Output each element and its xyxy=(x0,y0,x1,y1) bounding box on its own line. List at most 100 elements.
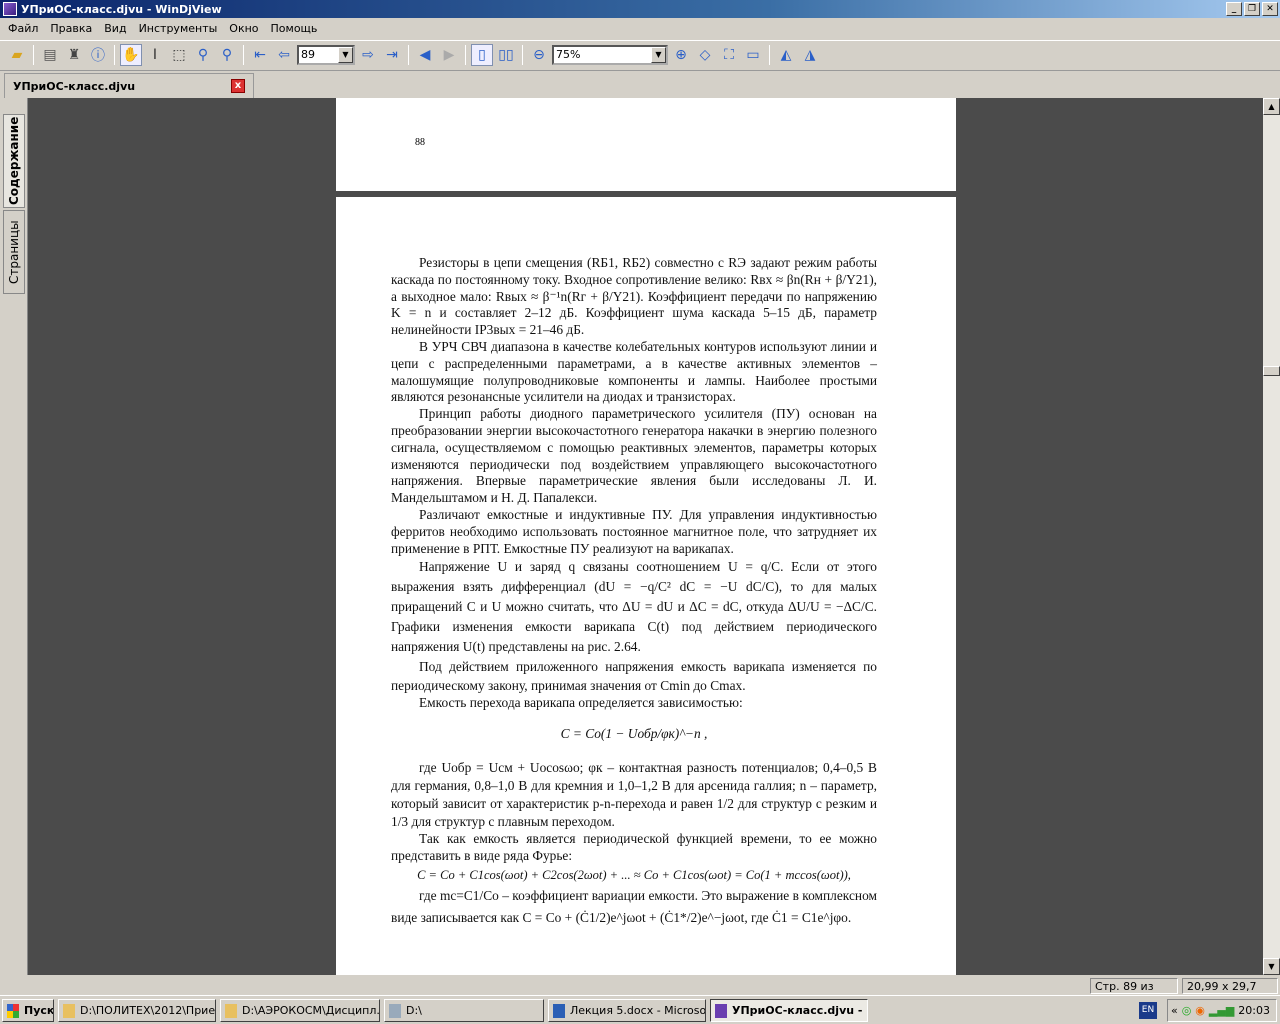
document-tab-bar: УПриОС-класс.djvu x xyxy=(0,70,1280,99)
menu-view[interactable]: Вид xyxy=(98,22,132,35)
word-icon xyxy=(553,1003,565,1018)
toolbar: ▰ ▤ ♜ ⓘ ✋ I ⬚ ⚲ ⚲ ⇤ ⇦ 89 ▼ ⇨ ⇥ ◀ ▶ ▯ ▯▯ … xyxy=(0,40,1280,68)
page-text: Резисторы в цепи смещения (RБ1, RБ2) сов… xyxy=(391,255,877,929)
task-label: УПриОС-класс.djvu - ... xyxy=(732,1004,868,1017)
signal-icon[interactable]: ▂▄▆ xyxy=(1209,1004,1234,1017)
title-bar: УПриОС-класс.djvu - WinDjView _ ❐ ✕ xyxy=(0,0,1280,18)
start-label: Пуск xyxy=(24,1004,54,1017)
menu-bar: Файл Правка Вид Инструменты Окно Помощь xyxy=(0,18,1280,38)
vertical-scrollbar[interactable]: ▲ ▼ xyxy=(1263,98,1280,975)
text-select-icon[interactable]: I xyxy=(144,44,166,66)
page-number-combo[interactable]: 89 ▼ xyxy=(297,44,355,65)
side-panel-tabs: Содержание Страницы xyxy=(0,98,28,975)
document-view[interactable]: 88 Резисторы в цепи смещения (RБ1, RБ2) … xyxy=(28,98,1263,975)
icq-icon[interactable]: ◎ xyxy=(1182,1004,1192,1017)
paragraph: Резисторы в цепи смещения (RБ1, RБ2) сов… xyxy=(391,255,877,338)
scroll-up-icon[interactable]: ▲ xyxy=(1263,98,1280,115)
task-label: Лекция 5.docx - Microso... xyxy=(570,1004,706,1017)
open-icon[interactable]: ▰ xyxy=(6,44,28,66)
paragraph: где mc=C1/Cо – коэффициент вариации емко… xyxy=(391,888,877,926)
language-indicator[interactable]: EN xyxy=(1139,1002,1157,1019)
menu-window[interactable]: Окно xyxy=(223,22,264,35)
facing-pages-icon[interactable]: ▯▯ xyxy=(495,44,517,66)
first-page-icon[interactable]: ⇤ xyxy=(249,44,271,66)
next-page-icon[interactable]: ⇨ xyxy=(357,44,379,66)
tab-pages[interactable]: Страницы xyxy=(3,210,25,294)
zoom-out-icon[interactable]: ⊖ xyxy=(528,44,550,66)
find-icon[interactable]: ♜ xyxy=(63,44,85,66)
scroll-down-icon[interactable]: ▼ xyxy=(1263,958,1280,975)
taskbar: Пуск D:\ПОЛИТЕХ\2012\Прие... D:\АЭРОКОСМ… xyxy=(0,995,1280,1024)
windjview-icon xyxy=(715,1003,727,1018)
page-number-value: 89 xyxy=(301,48,315,61)
paragraph: Емкость перехода варикапа определяется з… xyxy=(419,695,743,711)
folder-icon xyxy=(225,1003,237,1018)
taskbar-item-windjview[interactable]: УПриОС-класс.djvu - ... xyxy=(710,999,868,1022)
zoom-in-tool-icon[interactable]: ⚲ xyxy=(192,44,214,66)
menu-tools[interactable]: Инструменты xyxy=(133,22,224,35)
folder-icon xyxy=(63,1003,75,1018)
paragraph: Различают емкостные и индуктивные ПУ. Дл… xyxy=(391,506,877,556)
status-page: Стр. 89 из 289 xyxy=(1090,978,1178,1006)
chevron-down-icon[interactable]: ▼ xyxy=(651,46,666,63)
tab-contents[interactable]: Содержание xyxy=(3,114,25,208)
paragraph: Напряжение U и заряд q связаны соотношен… xyxy=(391,559,877,655)
paragraph: где Uобр = Uсм + Uоcosωо; φк – контактна… xyxy=(391,759,877,829)
document-tab[interactable]: УПриОС-класс.djvu x xyxy=(4,73,254,99)
menu-file[interactable]: Файл xyxy=(2,22,44,35)
rotate-left-icon[interactable]: ◭ xyxy=(775,44,797,66)
maximize-button[interactable]: ❐ xyxy=(1244,2,1260,16)
formula-capacitance: C = Cо(1 − Uобр/φк)^−n , xyxy=(560,726,708,742)
mail-agent-icon[interactable]: ◉ xyxy=(1195,1004,1205,1017)
fit-width-icon[interactable]: ◇ xyxy=(694,44,716,66)
close-tab-icon[interactable]: x xyxy=(231,79,245,93)
formula-fourier: C = Cо + C1cos(ωоt) + C2cos(2ωоt) + ... … xyxy=(417,867,851,882)
close-button[interactable]: ✕ xyxy=(1262,2,1278,16)
menu-edit[interactable]: Правка xyxy=(44,22,98,35)
chevron-down-icon[interactable]: ▼ xyxy=(338,46,353,63)
task-label: D:\АЭРОКОСМ\Дисципл... xyxy=(242,1004,380,1017)
taskbar-item-folder-aerokosm[interactable]: D:\АЭРОКОСМ\Дисципл... xyxy=(220,999,380,1022)
forward-icon[interactable]: ▶ xyxy=(438,44,460,66)
hand-tool-icon[interactable]: ✋ xyxy=(120,43,142,66)
paragraph: Так как емкость является периодической ф… xyxy=(391,830,877,863)
task-label: D:\ПОЛИТЕХ\2012\Прие... xyxy=(80,1004,216,1017)
paragraph: Принцип работы диодного параметрического… xyxy=(391,406,877,506)
scroll-thumb[interactable] xyxy=(1263,366,1280,376)
rotate-right-icon[interactable]: ◮ xyxy=(799,44,821,66)
zoom-value: 75% xyxy=(556,48,581,61)
info-icon[interactable]: ⓘ xyxy=(87,44,109,66)
last-page-icon[interactable]: ⇥ xyxy=(381,44,403,66)
rect-select-icon[interactable]: ⬚ xyxy=(168,44,190,66)
zoom-combo[interactable]: 75% ▼ xyxy=(552,44,668,65)
page-number-label: 88 xyxy=(415,137,425,148)
zoom-in-icon[interactable]: ⊕ xyxy=(670,44,692,66)
app-icon xyxy=(3,2,17,16)
page-88: 88 xyxy=(336,98,956,191)
page-89: Резисторы в цепи смещения (RБ1, RБ2) сов… xyxy=(336,197,956,975)
window-title: УПриОС-класс.djvu - WinDjView xyxy=(21,2,222,16)
paragraph: Под действием приложенного напряжения ем… xyxy=(391,659,877,694)
single-page-icon[interactable]: ▯ xyxy=(471,43,493,66)
print-icon[interactable]: ▤ xyxy=(39,44,61,66)
task-label: D:\ xyxy=(406,1004,422,1017)
tray-expand-icon[interactable]: « xyxy=(1171,1004,1178,1017)
taskbar-item-drive-d[interactable]: D:\ xyxy=(384,999,544,1022)
status-bar: Стр. 89 из 289 20,99 x 29,7 см xyxy=(0,977,1280,1006)
document-tab-label: УПриОС-класс.djvu xyxy=(13,80,136,93)
back-icon[interactable]: ◀ xyxy=(414,44,436,66)
clock: 20:03 xyxy=(1238,1004,1270,1017)
fit-page-icon[interactable]: ⛶ xyxy=(718,44,740,66)
actual-size-icon[interactable]: ▭ xyxy=(742,44,764,66)
system-tray: « ◎ ◉ ▂▄▆ 20:03 xyxy=(1167,999,1277,1022)
paragraph: В УРЧ СВЧ диапазона в качестве колебател… xyxy=(391,338,877,405)
taskbar-item-folder-politeh[interactable]: D:\ПОЛИТЕХ\2012\Прие... xyxy=(58,999,216,1022)
minimize-button[interactable]: _ xyxy=(1226,2,1242,16)
start-button[interactable]: Пуск xyxy=(2,999,54,1022)
zoom-rect-icon[interactable]: ⚲ xyxy=(216,44,238,66)
menu-help[interactable]: Помощь xyxy=(265,22,324,35)
drive-icon xyxy=(389,1003,401,1018)
prev-page-icon[interactable]: ⇦ xyxy=(273,44,295,66)
taskbar-item-word[interactable]: Лекция 5.docx - Microso... xyxy=(548,999,706,1022)
status-page-size: 20,99 x 29,7 см xyxy=(1182,978,1278,1006)
